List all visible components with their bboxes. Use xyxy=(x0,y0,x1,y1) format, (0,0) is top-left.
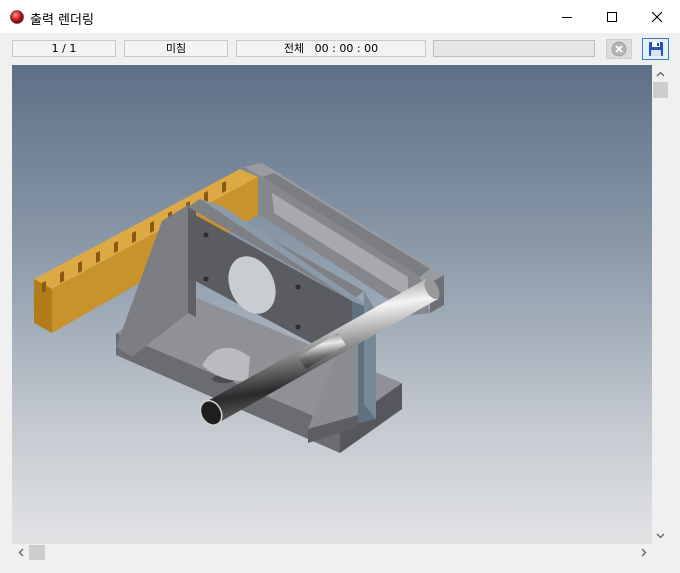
scroll-left-button[interactable] xyxy=(12,544,29,561)
vertical-scroll-thumb[interactable] xyxy=(653,82,668,98)
chevron-left-icon xyxy=(18,548,23,557)
horizontal-scroll-thumb[interactable] xyxy=(29,545,45,560)
minimize-icon xyxy=(562,16,572,18)
vertical-scrollbar[interactable] xyxy=(652,65,669,544)
scroll-up-button[interactable] xyxy=(652,65,669,82)
page-counter: 1 / 1 xyxy=(12,40,116,57)
floppy-disk-save-icon xyxy=(648,42,663,56)
stop-render-button[interactable] xyxy=(606,39,632,59)
scrollbar-corner xyxy=(652,544,669,561)
minimize-button[interactable] xyxy=(544,0,590,33)
render-viewport[interactable] xyxy=(12,65,652,544)
total-time-field: 전체 00 : 00 : 00 xyxy=(236,40,426,57)
chevron-right-icon xyxy=(641,548,646,557)
close-icon xyxy=(651,11,663,22)
status-toolbar: 1 / 1 미침 전체 00 : 00 : 00 xyxy=(0,33,680,63)
window-title: 출력 렌더링 xyxy=(30,13,94,28)
save-render-button[interactable] xyxy=(642,38,669,60)
title-bar: 출력 렌더링 xyxy=(0,0,680,33)
render-state: 미침 xyxy=(124,40,228,57)
render-progress-bar xyxy=(433,40,595,57)
scroll-right-button[interactable] xyxy=(635,544,652,561)
close-button[interactable] xyxy=(634,0,680,33)
chevron-down-icon xyxy=(656,533,665,538)
stop-circle-x-icon xyxy=(611,41,627,57)
horizontal-scrollbar[interactable] xyxy=(12,544,652,561)
maximize-button[interactable] xyxy=(589,0,635,33)
maximize-icon xyxy=(607,11,617,22)
rendered-3d-assembly-image xyxy=(34,163,444,453)
total-time-value: 00 : 00 : 00 xyxy=(314,42,379,55)
total-time-label: 전체 xyxy=(283,42,305,55)
chevron-up-icon xyxy=(656,71,665,76)
scroll-down-button[interactable] xyxy=(652,527,669,544)
render-record-icon xyxy=(10,10,24,24)
